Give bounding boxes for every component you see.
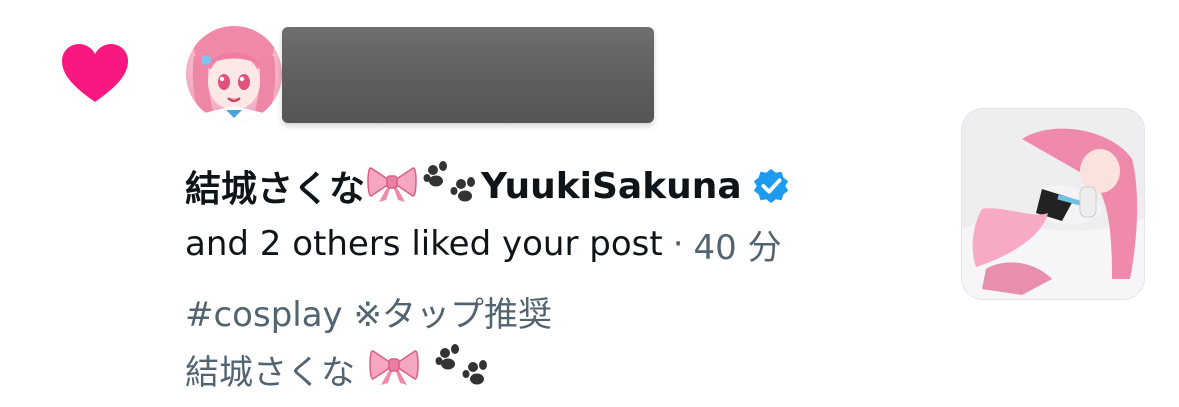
actor-display-name[interactable]: 結城さくな [185, 160, 365, 212]
avatar[interactable] [186, 26, 282, 122]
timestamp: 40 分 [693, 227, 782, 268]
post-thumbnail-image[interactable] [961, 108, 1145, 300]
separator-dot: · [672, 224, 684, 264]
heart-icon [62, 44, 128, 102]
verified-badge-icon [753, 168, 788, 204]
actor-name-line[interactable]: 結城さくな YuukiSakuna [185, 158, 790, 214]
post-preview-line-1[interactable]: #cosplay ※タップ推奨 [185, 288, 552, 335]
redacted-block [282, 27, 654, 123]
post-preview-text-1: #cosplay ※タップ推奨 [185, 294, 552, 335]
action-text: and 2 others liked your post [185, 224, 663, 264]
paw-prints-emoji-icon [421, 160, 479, 213]
post-preview-text-2: 結城さくな [185, 352, 355, 393]
post-preview-line-2[interactable]: 結城さくな [185, 343, 491, 394]
actor-handle-name[interactable]: YuukiSakuna [481, 166, 742, 207]
ribbon-emoji-icon [369, 345, 419, 394]
action-line: and 2 others liked your post · 40 分 [185, 220, 782, 268]
ribbon-emoji-icon [367, 162, 417, 211]
paw-prints-emoji-icon [433, 343, 491, 396]
